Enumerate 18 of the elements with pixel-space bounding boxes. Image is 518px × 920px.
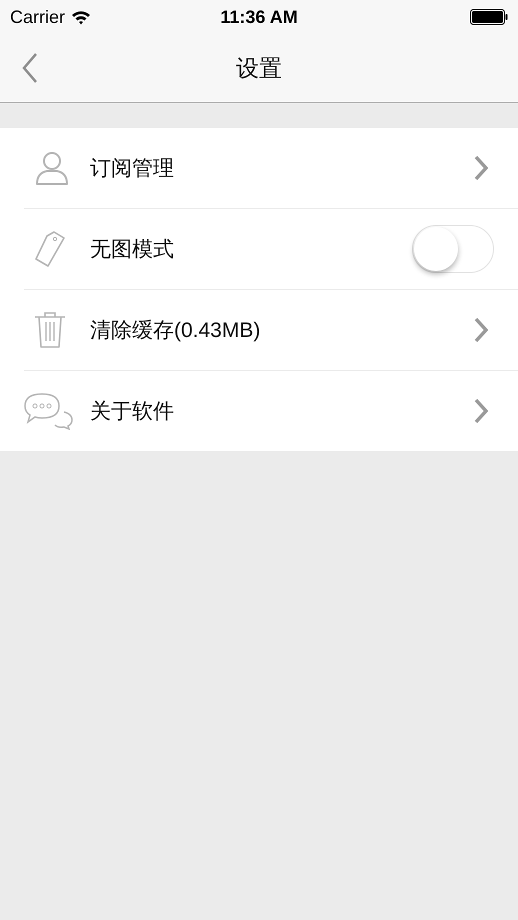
person-icon <box>34 150 70 186</box>
chat-bubbles-icon <box>24 392 74 430</box>
clock-time: 11:36 AM <box>220 6 298 28</box>
back-button[interactable] <box>22 51 40 85</box>
setting-label: 关于软件 <box>90 399 175 425</box>
battery-icon <box>470 9 508 25</box>
trash-icon <box>34 311 66 349</box>
setting-label: 清除缓存(0.43MB) <box>90 318 262 344</box>
chevron-icon[interactable] <box>474 155 488 181</box>
setting-label: 订阅管理 <box>90 156 175 182</box>
page-title: 设置 <box>236 54 282 82</box>
setting-label: 无图模式 <box>90 237 175 263</box>
chevron-icon[interactable] <box>474 317 488 343</box>
toggle-switch[interactable] <box>412 225 494 273</box>
chevron-icon[interactable] <box>474 398 488 424</box>
wifi-icon <box>71 10 92 24</box>
tag-icon <box>34 230 66 268</box>
carrier-name: Carrier <box>10 6 66 28</box>
